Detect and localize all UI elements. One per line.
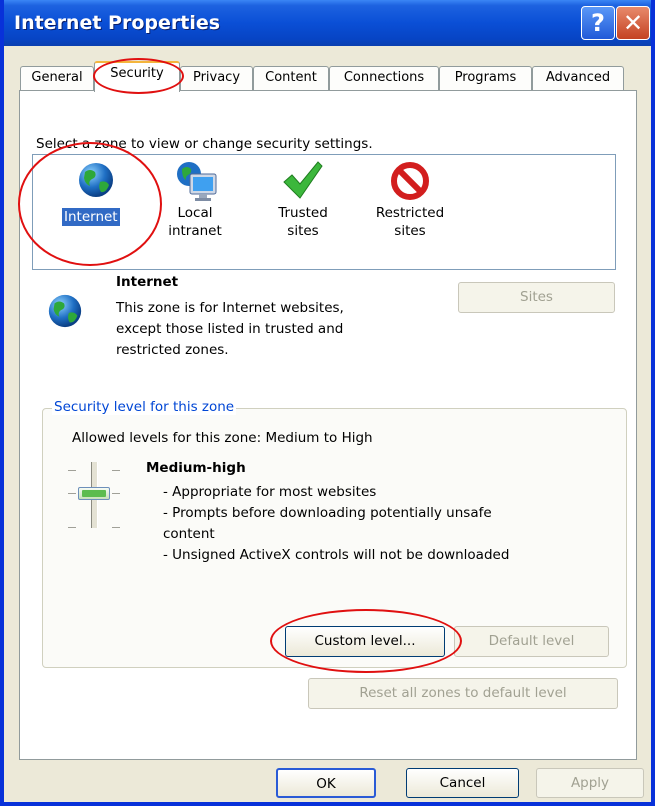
zone-internet[interactable]: Internet [52, 160, 142, 234]
reset-all-zones-button[interactable]: Reset all zones to default level [308, 678, 618, 709]
apply-button[interactable]: Apply [536, 768, 644, 798]
zone-info-desc-2: except those listed in trusted and [116, 321, 344, 337]
zone-instruction: Select a zone to view or change security… [36, 136, 373, 152]
level-bullet-2-cont: content [163, 526, 215, 542]
window-title: Internet Properties [14, 12, 221, 34]
custom-level-button[interactable]: Custom level... [285, 626, 445, 657]
security-level-legend: Security level for this zone [52, 399, 237, 415]
close-button[interactable]: ✕ [616, 6, 650, 40]
tab-programs[interactable]: Programs [439, 66, 532, 90]
security-level-slider[interactable] [64, 462, 124, 532]
checkmark-icon [283, 161, 323, 199]
level-name: Medium-high [146, 460, 246, 476]
level-bullet-2: - Prompts before downloading potentially… [163, 505, 492, 521]
internet-zone-icon [48, 294, 82, 328]
zone-info-title: Internet [116, 274, 179, 290]
slider-tick-right-mid [112, 493, 120, 494]
sites-button[interactable]: Sites [458, 282, 615, 313]
zone-info-desc-1: This zone is for Internet websites, [116, 300, 344, 316]
zone-trusted-sites[interactable]: Trusted sites [258, 160, 348, 250]
tab-security[interactable]: Security [94, 61, 180, 92]
zone-trusted-sites-label-2: sites [287, 223, 319, 239]
level-bullet-1: - Appropriate for most websites [163, 484, 377, 500]
zone-local-intranet-label-1: Local [177, 205, 213, 221]
tab-content[interactable]: Content [253, 66, 329, 90]
default-level-button[interactable]: Default level [454, 626, 609, 657]
slider-tick-right [112, 470, 120, 528]
ok-button[interactable]: OK [276, 768, 376, 798]
tab-general[interactable]: General [20, 66, 94, 90]
monitor-globe-icon [177, 162, 217, 201]
zone-info-desc-3: restricted zones. [116, 342, 229, 358]
cancel-button[interactable]: Cancel [406, 768, 519, 798]
zone-restricted-sites[interactable]: Restricted sites [365, 160, 455, 250]
globe-icon [79, 163, 113, 197]
zone-local-intranet-label-2: intranet [168, 223, 222, 239]
title-bar[interactable]: Internet Properties ? ✕ [4, 0, 651, 46]
slider-tick-left-mid [68, 493, 76, 494]
prohibited-icon [391, 162, 429, 200]
tab-advanced[interactable]: Advanced [532, 66, 624, 90]
zone-restricted-sites-label-2: sites [394, 223, 426, 239]
zone-restricted-sites-label-1: Restricted [375, 205, 445, 221]
allowed-levels-text: Allowed levels for this zone: Medium to … [72, 430, 373, 446]
level-bullet-3: - Unsigned ActiveX controls will not be … [163, 547, 510, 563]
slider-thumb[interactable] [78, 487, 110, 500]
zone-trusted-sites-label-1: Trusted [278, 205, 328, 221]
help-button[interactable]: ? [581, 6, 615, 40]
zone-local-intranet[interactable]: Local intranet [150, 160, 240, 250]
tab-connections[interactable]: Connections [329, 66, 439, 90]
slider-tick-left [68, 470, 76, 528]
tab-privacy[interactable]: Privacy [180, 66, 253, 90]
zone-internet-label: Internet [62, 208, 120, 226]
